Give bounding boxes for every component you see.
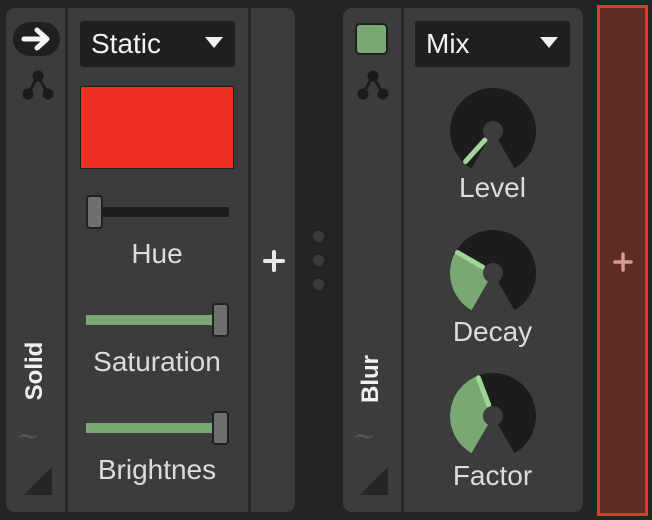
blur-divider-left xyxy=(401,8,404,512)
saturation-slider-thumb[interactable] xyxy=(212,303,229,337)
solid-mode-dropdown[interactable]: Static xyxy=(80,21,235,67)
modulation-wave-icon[interactable]: ~ xyxy=(18,420,38,454)
blur-mode-value: Mix xyxy=(426,28,470,59)
plus-icon xyxy=(263,250,285,272)
chevron-down-icon xyxy=(540,37,558,48)
decay-label: Decay xyxy=(452,316,533,347)
add-device-button[interactable] xyxy=(261,248,287,274)
brightness-slider-track[interactable] xyxy=(86,423,222,433)
brightness-slider-thumb[interactable] xyxy=(212,411,229,445)
blur-mode-dropdown[interactable]: Mix xyxy=(415,21,570,67)
color-swatch[interactable] xyxy=(80,86,234,169)
saturation-label: Saturation xyxy=(93,346,221,377)
solid-mode-value: Static xyxy=(91,28,162,59)
drag-handle-dot[interactable] xyxy=(313,231,324,242)
solid-divider-right xyxy=(248,8,251,512)
hue-label: Hue xyxy=(131,238,183,269)
factor-knob[interactable] xyxy=(448,371,538,461)
modulation-wave-icon[interactable]: ~ xyxy=(354,420,374,454)
solid-device-title: Solid xyxy=(21,341,48,401)
arrow-right-icon[interactable] xyxy=(13,22,60,56)
device-drop-zone[interactable] xyxy=(597,5,648,516)
drag-handle-dot[interactable] xyxy=(313,255,324,266)
saturation-slider-track[interactable] xyxy=(86,315,222,325)
level-label: Level xyxy=(459,172,526,203)
resize-corner-icon[interactable] xyxy=(24,467,52,495)
routing-nodes-icon[interactable] xyxy=(355,68,391,107)
hue-slider-thumb[interactable] xyxy=(86,195,103,229)
hue-slider-track[interactable] xyxy=(87,207,229,217)
decay-knob[interactable] xyxy=(448,228,538,318)
drag-handle-dot[interactable] xyxy=(313,279,324,290)
resize-corner-icon[interactable] xyxy=(360,467,388,495)
factor-label: Factor xyxy=(452,460,533,491)
blur-device-title: Blur xyxy=(357,355,384,403)
chevron-down-icon xyxy=(205,37,223,48)
solid-divider-left xyxy=(65,8,68,512)
level-knob[interactable] xyxy=(448,86,538,176)
enabled-square-icon[interactable] xyxy=(355,23,388,55)
routing-nodes-icon[interactable] xyxy=(20,68,56,107)
brightness-label: Brightnes xyxy=(97,454,217,485)
plus-icon xyxy=(613,252,633,272)
